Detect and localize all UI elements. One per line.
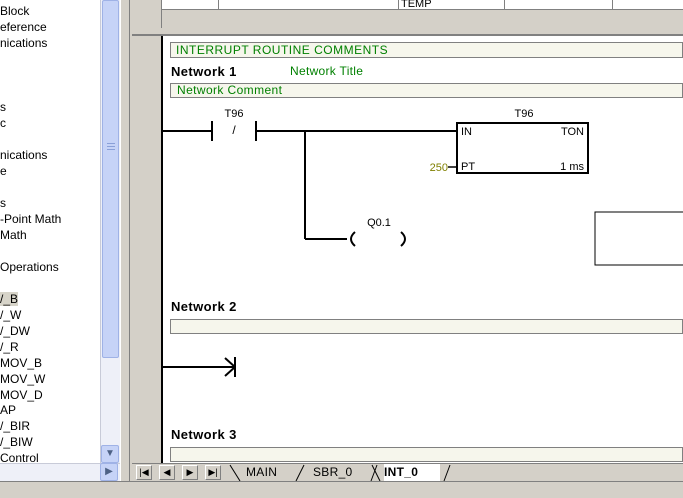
coil-operand: Q0.1 [367,217,391,229]
grip-icon [107,143,115,150]
step7-microwin-window: Block eference nications s c nications e s -Poin… [0,0,683,498]
chevron-right-icon: ▶ [105,466,113,477]
tree-item[interactable]: Block [0,4,29,18]
tree-vertical-scrollbar[interactable] [100,0,120,463]
network-3-label[interactable]: Network 3 [171,427,237,442]
tree-scroll-right-button[interactable]: ▶ [100,463,118,481]
tree-item[interactable]: /_W [0,308,21,322]
tree-item[interactable]: /_R [0,340,19,354]
network-2-comment[interactable] [170,319,683,334]
tree-item[interactable]: e [0,164,7,178]
network-2-label[interactable]: Network 2 [171,299,237,314]
tree-item[interactable]: nications [0,36,47,50]
tree-item[interactable]: s [0,196,6,210]
timer-pt-label: PT [461,161,475,173]
empty-element-box[interactable] [594,211,683,266]
window-status-edge [0,481,683,498]
tree-item[interactable]: AP [0,403,16,417]
tree-item[interactable]: -Point Math [0,212,61,226]
var-table-gutter [132,0,162,28]
tree-scroll-down-button[interactable]: ▼ [101,445,119,463]
timer-resolution: 1 ms [560,161,584,173]
nc-contact-t96[interactable]: / [211,121,257,141]
var-table-footer [162,9,683,28]
tree-item[interactable]: /_DW [0,324,30,338]
tree-item[interactable]: MOV_D [0,388,43,402]
timer-in-label: IN [461,126,472,138]
pane-splitter[interactable] [120,0,130,481]
chevron-down-icon: ▼ [105,448,115,459]
var-cell-name[interactable] [162,0,219,9]
var-cell-vartype[interactable]: TEMP [399,0,505,9]
contact-operand: T96 [225,108,244,120]
tree-item[interactable]: Operations [0,260,59,274]
tree-scroll-thumb[interactable] [102,0,119,358]
tab-outline [229,464,451,482]
var-cell-type[interactable] [219,0,399,9]
timer-type: TON [561,126,584,138]
instruction-tree: Block eference nications s c nications e s -Poin… [0,0,100,463]
network-3-comment[interactable] [170,447,683,462]
tree-item[interactable]: /_B [0,292,19,306]
tree-item[interactable]: /_BIR [0,419,30,433]
contact-symbol: / [232,123,236,137]
tree-item[interactable]: nications [0,148,47,162]
local-variable-table: TEMP [132,0,683,28]
program-tab-bar: |◀ ◀ ▶ ▶| MAIN SBR_0 INT_0 [132,463,683,482]
tree-item[interactable]: c [0,116,6,130]
tree-item[interactable]: /_BIW [0,435,33,449]
tree-item[interactable]: s [0,100,6,114]
ladder-editor[interactable]: INTERRUPT ROUTINE COMMENTS Network 1 Net… [132,34,683,463]
timer-name: T96 [515,108,534,120]
tree-item[interactable]: Control [0,451,39,463]
timer-pt-value[interactable]: 250 [430,162,448,174]
var-cell-comment[interactable] [613,0,683,9]
var-type-label: TEMP [401,0,432,9]
tree-item[interactable]: Math [0,228,27,242]
var-cell-datatype[interactable] [505,0,613,9]
tree-item[interactable]: MOV_W [0,372,45,386]
tree-item[interactable]: eference [0,20,47,34]
ladder-diagram: / T96 T96 IN TON PT 1 ms 250 Q0.1 [163,108,683,377]
tree-item[interactable]: MOV_B [0,356,42,370]
output-coil-q0-1[interactable] [350,231,406,247]
